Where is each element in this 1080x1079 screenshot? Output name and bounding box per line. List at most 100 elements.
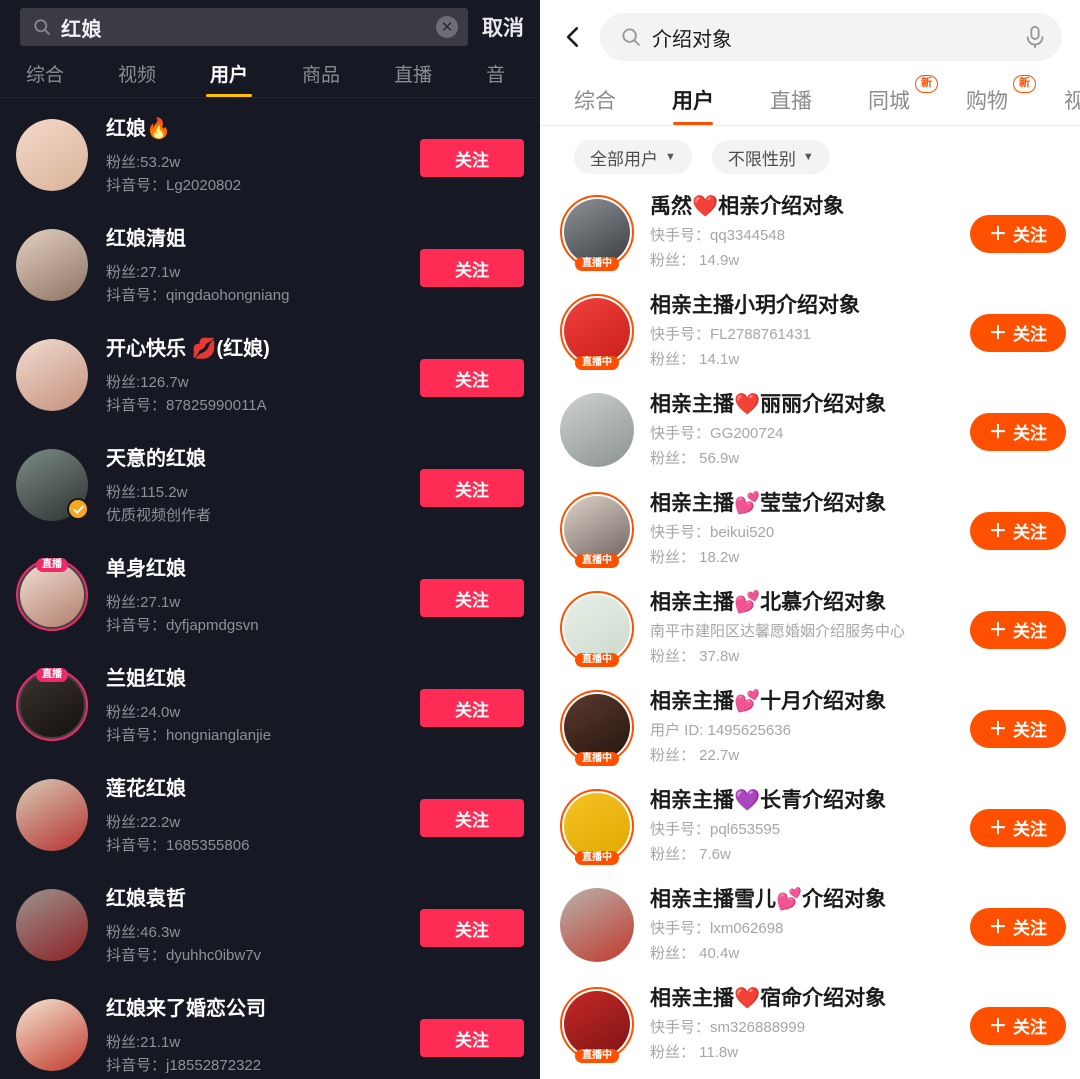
follow-button[interactable]: ＋ 关注 [970, 215, 1066, 253]
tab-4[interactable]: 购物 新 [966, 85, 1008, 125]
microphone-icon[interactable] [1022, 24, 1048, 50]
tab-4[interactable]: 直播 [394, 60, 432, 97]
user-info: 红娘清姐 粉丝:27.1w 抖音号：qingdaohongniang [88, 225, 410, 308]
avatar[interactable] [560, 393, 634, 467]
tab-1[interactable]: 视频 [118, 60, 156, 97]
avatar[interactable]: 直播中 [560, 987, 634, 1061]
list-item[interactable]: 开心快乐 💋(红娘) 粉丝:126.7w 抖音号：87825990011A 关注 [0, 323, 540, 433]
follow-button[interactable]: ＋ 关注 [970, 512, 1066, 550]
live-badge: 直播中 [575, 356, 619, 370]
tab-3[interactable]: 同城 新 [868, 85, 910, 125]
user-id-line: 快手号：FL2788761431 [650, 323, 962, 347]
list-item[interactable]: 直播中 相亲主播💕十月介绍对象 用户 ID: 1495625636 粉丝： 22… [540, 679, 1080, 778]
follow-button[interactable]: 关注 [420, 909, 524, 947]
follow-button[interactable]: 关注 [420, 359, 524, 397]
plus-icon: ＋ [989, 522, 1007, 540]
avatar[interactable]: 直播中 [560, 195, 634, 269]
avatar[interactable] [16, 999, 88, 1071]
chevron-down-icon: ▼ [803, 152, 814, 163]
avatar[interactable] [16, 119, 88, 191]
follow-button[interactable]: 关注 [420, 469, 524, 507]
verified-badge-icon [67, 498, 89, 520]
follow-button[interactable]: 关注 [420, 1019, 524, 1057]
avatar[interactable]: 直播中 [560, 492, 634, 566]
search-input[interactable]: 介绍对象 [600, 13, 1062, 61]
user-id-line: 抖音号：hongnianglanjie [106, 724, 410, 747]
list-item[interactable]: 天意的红娘 粉丝:115.2w 优质视频创作者 关注 [0, 433, 540, 543]
list-item[interactable]: 直播中 相亲主播💕北慕介绍对象 南平市建阳区达馨愿婚姻介绍服务中心 粉丝： 37… [540, 580, 1080, 679]
tab-label: 视 [1064, 90, 1080, 113]
tab-3[interactable]: 商品 [302, 60, 340, 97]
list-item[interactable]: 莲花红娘 粉丝:22.2w 抖音号：1685355806 关注 [0, 763, 540, 873]
fans-count: 粉丝:46.3w [106, 921, 410, 944]
list-item[interactable]: 直播中 禹然❤️相亲介绍对象 快手号：qq3344548 粉丝： 14.9w ＋… [540, 184, 1080, 283]
tab-5[interactable]: 视 [1064, 85, 1080, 125]
tab-0[interactable]: 综合 [26, 60, 64, 97]
filter-chip-0[interactable]: 全部用户 ▼ [574, 140, 692, 174]
fans-count: 粉丝： 14.9w [650, 249, 962, 273]
follow-button[interactable]: ＋ 关注 [970, 809, 1066, 847]
list-item[interactable]: 直播中 相亲主播💕莹莹介绍对象 快手号：beikui520 粉丝： 18.2w … [540, 481, 1080, 580]
plus-icon: ＋ [989, 819, 1007, 837]
search-input[interactable]: 红娘 ✕ [20, 8, 468, 46]
user-id-line: 抖音号：1685355806 [106, 834, 410, 857]
list-item[interactable]: 直播 单身红娘 粉丝:27.1w 抖音号：dyfjapmdgsvn 关注 [0, 543, 540, 653]
list-item[interactable]: 红娘清姐 粉丝:27.1w 抖音号：qingdaohongniang 关注 [0, 213, 540, 323]
avatar[interactable]: 直播 [16, 669, 88, 741]
tab-2[interactable]: 用户 [210, 60, 248, 97]
avatar[interactable] [16, 779, 88, 851]
follow-button[interactable]: ＋ 关注 [970, 908, 1066, 946]
user-info: 红娘🔥 粉丝:53.2w 抖音号：Lg2020802 [88, 115, 410, 198]
avatar[interactable] [16, 889, 88, 961]
user-info: 相亲主播雪儿💕介绍对象 快手号：lxm062698 粉丝： 40.4w [634, 886, 962, 966]
follow-button[interactable]: ＋ 关注 [970, 710, 1066, 748]
list-item[interactable]: 直播中 相亲主播❤️宿命介绍对象 快手号：sm326888999 粉丝： 11.… [540, 976, 1080, 1075]
fans-count: 粉丝： 14.1w [650, 348, 962, 372]
avatar[interactable]: 直播中 [560, 591, 634, 665]
fans-count: 粉丝:24.0w [106, 701, 410, 724]
avatar[interactable]: 直播 [16, 559, 88, 631]
follow-label: 关注 [1013, 716, 1047, 741]
filter-chip-1[interactable]: 不限性别 ▼ [712, 140, 830, 174]
list-item[interactable]: 红娘🔥 粉丝:53.2w 抖音号：Lg2020802 关注 [0, 103, 540, 213]
follow-button[interactable]: ＋ 关注 [970, 314, 1066, 352]
search-icon [620, 26, 642, 48]
follow-button[interactable]: 关注 [420, 689, 524, 727]
search-query-text: 红娘 [61, 13, 436, 42]
list-item[interactable]: 红娘袁哲 粉丝:46.3w 抖音号：dyuhhc0ibw7v 关注 [0, 873, 540, 983]
live-badge: 直播中 [575, 752, 619, 766]
avatar[interactable] [16, 339, 88, 411]
tab-0[interactable]: 综合 [574, 85, 616, 125]
follow-button[interactable]: 关注 [420, 139, 524, 177]
avatar[interactable] [16, 229, 88, 301]
filter-label: 不限性别 [728, 145, 796, 170]
tab-2[interactable]: 直播 [770, 85, 812, 125]
list-item[interactable]: 相亲主播雪儿💕介绍对象 快手号：lxm062698 粉丝： 40.4w ＋ 关注 [540, 877, 1080, 976]
avatar[interactable] [16, 449, 88, 521]
avatar[interactable]: 直播中 [560, 294, 634, 368]
clear-circle-icon[interactable]: ✕ [436, 16, 458, 38]
tab-1[interactable]: 用户 [672, 85, 714, 125]
chevron-left-icon[interactable] [552, 16, 594, 58]
follow-button[interactable]: ＋ 关注 [970, 413, 1066, 451]
avatar[interactable]: 直播中 [560, 690, 634, 764]
avatar-image [16, 119, 88, 191]
tab-5[interactable]: 音 [486, 60, 505, 97]
list-item[interactable]: 直播中 相亲主播💜长青介绍对象 快手号：pql653595 粉丝： 7.6w ＋… [540, 778, 1080, 877]
avatar[interactable] [560, 888, 634, 962]
list-item[interactable]: 红娘来了婚恋公司 粉丝:21.1w 抖音号：j18552872322 关注 [0, 983, 540, 1079]
user-info: 相亲主播小玥介绍对象 快手号：FL2788761431 粉丝： 14.1w [634, 292, 962, 372]
user-name: 相亲主播💕十月介绍对象 [650, 688, 962, 715]
list-item[interactable]: 直播 兰姐红娘 粉丝:24.0w 抖音号：hongnianglanjie 关注 [0, 653, 540, 763]
follow-button[interactable]: ＋ 关注 [970, 1007, 1066, 1045]
follow-button[interactable]: 关注 [420, 249, 524, 287]
follow-button[interactable]: ＋ 关注 [970, 611, 1066, 649]
follow-button[interactable]: 关注 [420, 799, 524, 837]
follow-button[interactable]: 关注 [420, 579, 524, 617]
list-item[interactable]: 相亲主播❤️丽丽介绍对象 快手号：GG200724 粉丝： 56.9w ＋ 关注 [540, 382, 1080, 481]
user-info: 相亲主播💕十月介绍对象 用户 ID: 1495625636 粉丝： 22.7w [634, 688, 962, 768]
list-item[interactable]: 直播中 相亲主播小玥介绍对象 快手号：FL2788761431 粉丝： 14.1… [540, 283, 1080, 382]
cancel-button[interactable]: 取消 [468, 12, 532, 42]
follow-label: 关注 [1013, 914, 1047, 939]
avatar[interactable]: 直播中 [560, 789, 634, 863]
